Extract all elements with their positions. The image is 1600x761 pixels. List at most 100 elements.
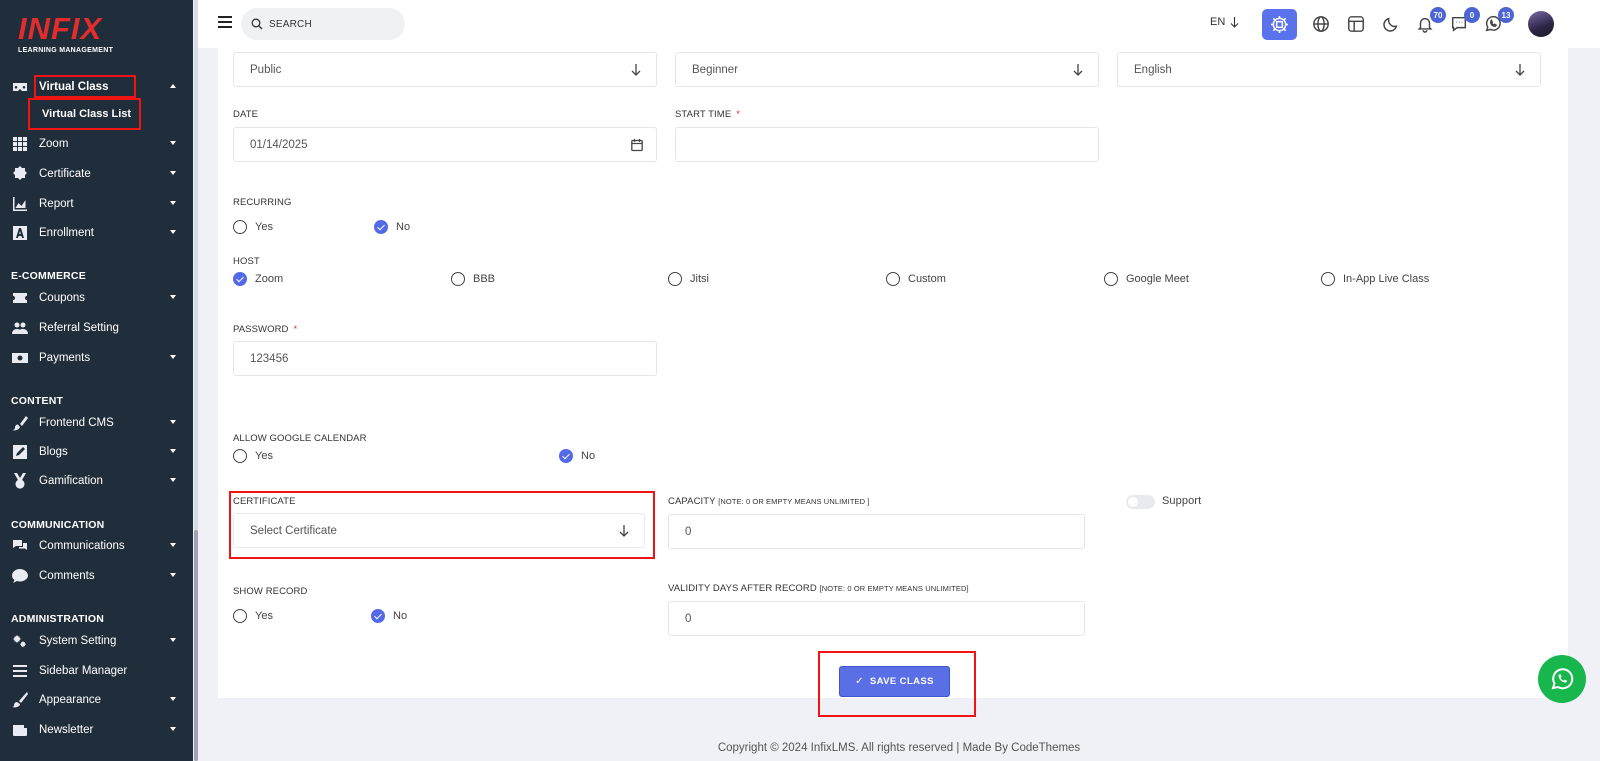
- language-select[interactable]: English: [1117, 52, 1541, 87]
- messages-badge: 0: [1464, 7, 1480, 23]
- sidebar-item-virtual-class[interactable]: Virtual Class: [0, 73, 193, 101]
- sidebar-item-referral-setting[interactable]: Referral Setting: [0, 314, 193, 342]
- sidebar-item-coupons[interactable]: Coupons: [0, 284, 193, 312]
- google-calendar-no-radio[interactable]: No: [559, 449, 595, 463]
- certificate-label: CERTIFICATE: [233, 496, 296, 507]
- sidebar-item-appearance[interactable]: Appearance: [0, 686, 193, 714]
- required-mark: *: [736, 109, 741, 120]
- certificate-select[interactable]: Select Certificate: [233, 513, 645, 548]
- globe-button[interactable]: [1310, 13, 1332, 35]
- radio-checked[interactable]: [233, 272, 247, 286]
- host-zoom-radio[interactable]: Zoom: [233, 272, 283, 286]
- access-select[interactable]: Public: [233, 52, 657, 87]
- radio-circle[interactable]: [233, 220, 247, 234]
- host-in-app-radio[interactable]: In-App Live Class: [1321, 272, 1429, 286]
- users-icon: [11, 319, 29, 337]
- section-ecommerce: E-COMMERCE: [11, 270, 86, 282]
- date-value: 01/14/2025: [250, 138, 308, 151]
- radio-label: No: [396, 221, 411, 233]
- sidebar-item-newsletter[interactable]: Newsletter: [0, 716, 193, 744]
- show-record-yes-radio[interactable]: Yes: [233, 609, 273, 623]
- sidebar-item-zoom[interactable]: Zoom: [0, 130, 193, 158]
- sidebar-item-enrollment[interactable]: Enrollment: [0, 219, 193, 247]
- notifications-badge: 70: [1430, 7, 1446, 23]
- radio-circle[interactable]: [233, 609, 247, 623]
- chevron-down-icon: [170, 449, 176, 453]
- sidebar-item-frontend-cms[interactable]: Frontend CMS: [0, 409, 193, 437]
- whatsapp-header-button[interactable]: 13: [1482, 7, 1514, 35]
- recurring-no-radio[interactable]: No: [374, 220, 410, 234]
- chevron-down-icon: [170, 141, 176, 145]
- arrow-down-icon: [1230, 16, 1239, 28]
- arrow-down-icon: [618, 524, 630, 538]
- sidebar-item-payments[interactable]: Payments: [0, 344, 193, 372]
- radio-circle[interactable]: [886, 272, 900, 286]
- date-label: DATE: [233, 109, 259, 120]
- sidebar: INFIX LEARNING MANAGEMENT Virtual Class …: [0, 0, 193, 761]
- sidebar-item-sidebar-manager[interactable]: Sidebar Manager: [0, 657, 193, 685]
- notifications-button[interactable]: 70: [1414, 7, 1446, 35]
- radio-circle[interactable]: [233, 449, 247, 463]
- sidebar-item-label: Comments: [39, 570, 95, 582]
- radio-label: Yes: [255, 221, 273, 233]
- avatar[interactable]: [1528, 11, 1554, 37]
- level-value: Beginner: [692, 63, 739, 76]
- whatsapp-float-button[interactable]: [1538, 655, 1586, 703]
- host-google-meet-radio[interactable]: Google Meet: [1104, 272, 1189, 286]
- language-value: EN: [1210, 16, 1226, 28]
- sidebar-item-gamification[interactable]: Gamification: [0, 467, 193, 495]
- save-class-button[interactable]: ✓ SAVE CLASS: [839, 666, 950, 697]
- radio-checked[interactable]: [371, 609, 385, 623]
- sidebar-item-communications[interactable]: Communications: [0, 532, 193, 560]
- date-input[interactable]: 01/14/2025: [233, 127, 657, 162]
- validity-input[interactable]: 0: [668, 601, 1085, 636]
- host-custom-radio[interactable]: Custom: [886, 272, 946, 286]
- support-toggle[interactable]: [1126, 495, 1155, 509]
- recurring-yes-radio[interactable]: Yes: [233, 220, 273, 234]
- password-input[interactable]: 123456: [233, 341, 657, 376]
- medal-icon: [11, 472, 29, 490]
- messages-button[interactable]: 0: [1448, 7, 1480, 35]
- calendar-icon[interactable]: [631, 138, 643, 152]
- sidebar-scrollbar[interactable]: [194, 0, 198, 761]
- chevron-down-icon: [170, 201, 176, 205]
- sidebar-item-label: Coupons: [39, 292, 86, 304]
- sidebar-item-certificate[interactable]: Certificate: [0, 160, 193, 188]
- radio-circle[interactable]: [1104, 272, 1118, 286]
- sidebar-item-label: System Setting: [39, 635, 117, 647]
- dark-mode-button[interactable]: [1380, 13, 1402, 35]
- radio-label: BBB: [473, 273, 496, 285]
- start-time-input[interactable]: [675, 127, 1099, 162]
- radio-label: Custom: [908, 273, 946, 285]
- sidebar-subitem-virtual-class-list[interactable]: Virtual Class List: [28, 98, 141, 130]
- sidebar-item-report[interactable]: Report: [0, 190, 193, 218]
- google-calendar-yes-radio[interactable]: Yes: [233, 449, 273, 463]
- chip-settings-button[interactable]: [1262, 9, 1297, 40]
- level-select[interactable]: Beginner: [675, 52, 1099, 87]
- host-jitsi-radio[interactable]: Jitsi: [668, 272, 709, 286]
- whatsapp-badge: 13: [1498, 7, 1514, 23]
- search-placeholder: SEARCH: [269, 18, 312, 30]
- sidebar-item-comments[interactable]: Comments: [0, 562, 193, 590]
- radio-checked[interactable]: [559, 449, 573, 463]
- sidebar-item-label: Zoom: [39, 138, 69, 150]
- host-bbb-radio[interactable]: BBB: [451, 272, 495, 286]
- logo[interactable]: INFIX LEARNING MANAGEMENT: [18, 13, 113, 54]
- radio-circle[interactable]: [451, 272, 465, 286]
- language-selector[interactable]: EN: [1210, 16, 1239, 28]
- sidebar-item-label: Frontend CMS: [39, 417, 114, 429]
- radio-circle[interactable]: [1321, 272, 1335, 286]
- search-bar[interactable]: SEARCH: [241, 8, 405, 40]
- capacity-input[interactable]: 0: [668, 514, 1085, 549]
- scrollbar-thumb[interactable]: [194, 530, 198, 761]
- sidebar-item-blogs[interactable]: Blogs: [0, 438, 193, 466]
- radio-circle[interactable]: [668, 272, 682, 286]
- menu-toggle-icon[interactable]: [218, 16, 232, 28]
- show-record-no-radio[interactable]: No: [371, 609, 407, 623]
- start-time-label: START TIME *: [675, 109, 740, 120]
- radio-checked[interactable]: [374, 220, 388, 234]
- password-label-text: PASSWORD: [233, 324, 289, 335]
- layout-button[interactable]: [1345, 13, 1367, 35]
- sidebar-item-system-setting[interactable]: System Setting: [0, 627, 193, 655]
- top-header: SEARCH EN 70 0 13: [198, 0, 1600, 48]
